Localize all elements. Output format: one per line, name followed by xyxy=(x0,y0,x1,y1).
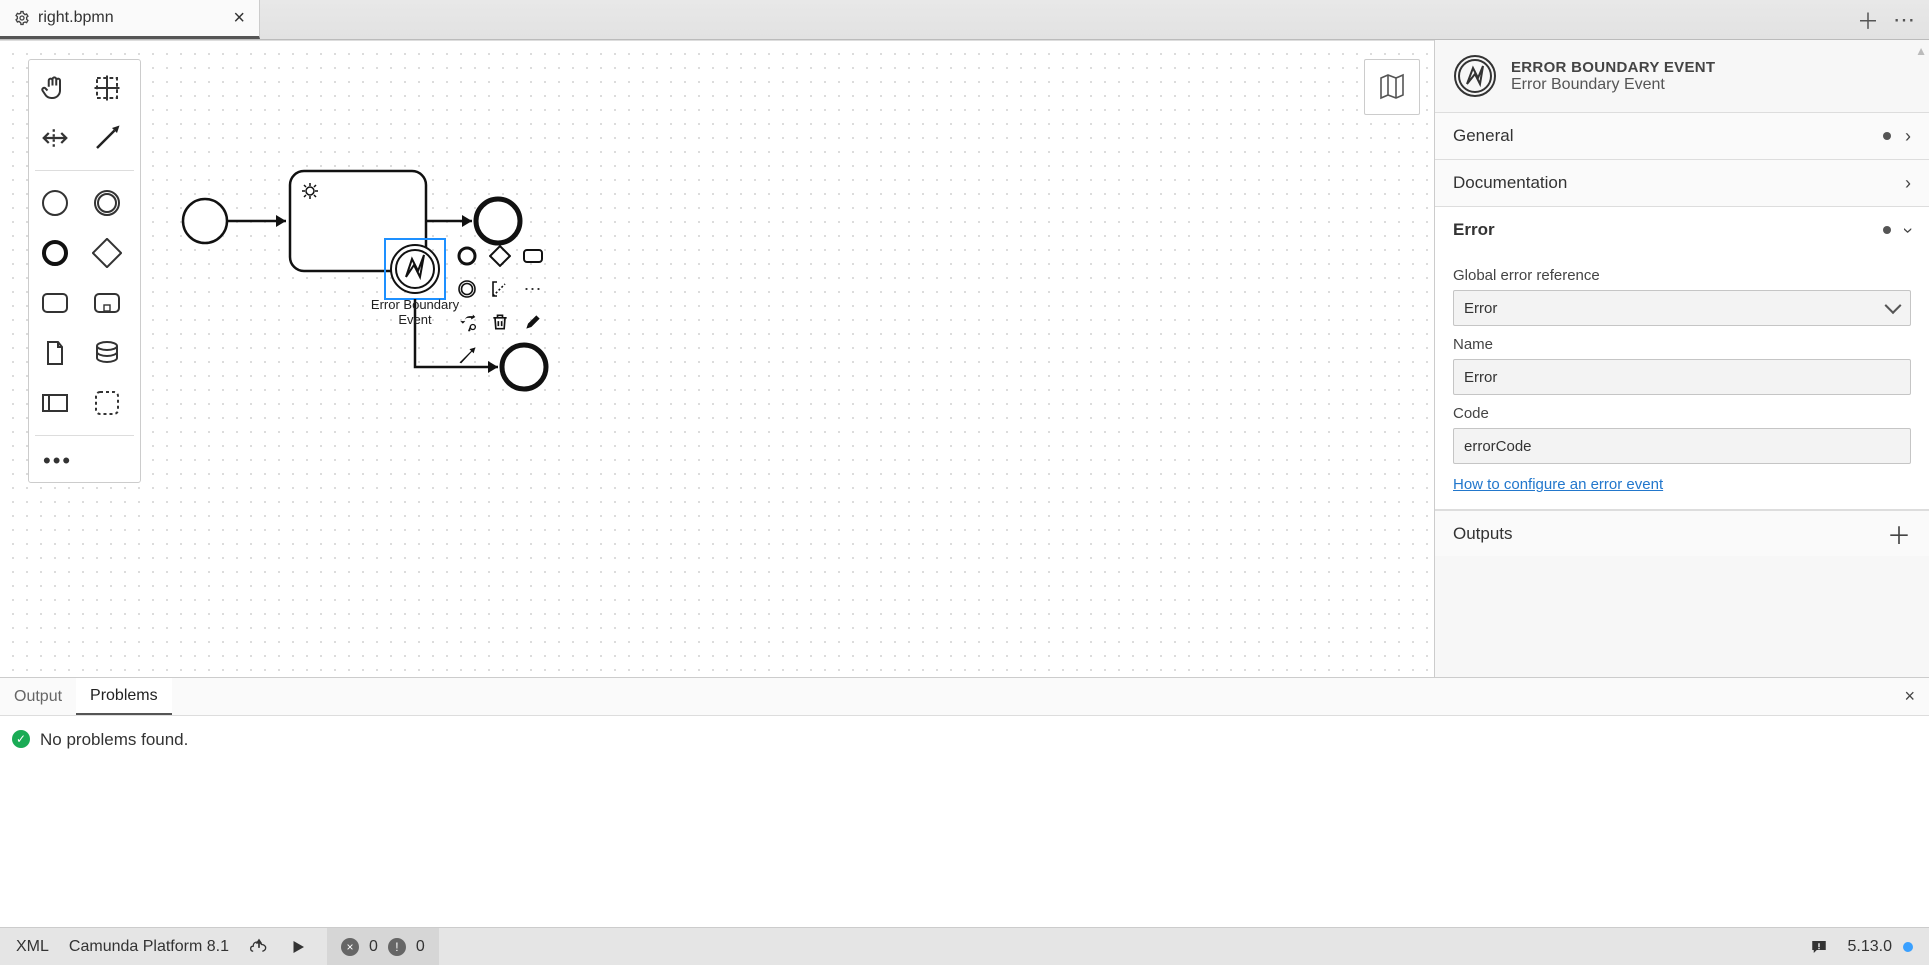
change-type[interactable] xyxy=(452,307,482,337)
error-code-input[interactable] xyxy=(1453,428,1911,464)
chevron-down-icon: › xyxy=(1898,227,1919,233)
chevron-right-icon: › xyxy=(1905,173,1911,194)
properties-title: ERROR BOUNDARY EVENT xyxy=(1511,59,1715,76)
global-error-ref-label: Global error reference xyxy=(1453,267,1911,284)
update-dot xyxy=(1903,942,1913,952)
tab-problems[interactable]: Problems xyxy=(76,678,172,715)
append-intermediate[interactable] xyxy=(452,274,482,304)
scroll-up-icon: ▲ xyxy=(1915,44,1927,58)
section-error: Error › Global error reference Error Nam… xyxy=(1435,206,1929,509)
append-gateway[interactable] xyxy=(485,241,515,271)
section-error-head[interactable]: Error › xyxy=(1435,207,1929,253)
error-count-icon: × xyxy=(341,938,359,956)
run-button[interactable] xyxy=(289,938,307,956)
global-error-ref-select[interactable]: Error xyxy=(1453,290,1911,326)
tab-bar: right.bpmn × ＋ ⋯ xyxy=(0,0,1929,40)
tab-bar-actions: ＋ ⋯ xyxy=(1857,0,1929,39)
delete[interactable] xyxy=(485,307,515,337)
append-task[interactable] xyxy=(518,241,548,271)
properties-panel: ▲ ERROR BOUNDARY EVENT Error Boundary Ev… xyxy=(1434,40,1929,677)
close-icon[interactable]: × xyxy=(233,7,245,30)
tab-output[interactable]: Output xyxy=(0,678,76,715)
bottom-tabs: Output Problems × xyxy=(0,678,1929,716)
problems-status[interactable]: ×0 !0 xyxy=(327,928,439,965)
new-tab-button[interactable]: ＋ xyxy=(1857,9,1879,31)
error-event-icon xyxy=(1453,54,1497,98)
context-more[interactable]: ⋯ xyxy=(518,274,548,304)
error-code-label: Code xyxy=(1453,405,1911,422)
section-outputs: Outputs ＋ xyxy=(1435,509,1929,556)
section-documentation: Documentation › xyxy=(1435,159,1929,206)
platform-selector[interactable]: Camunda Platform 8.1 xyxy=(69,938,229,956)
tab-title: right.bpmn xyxy=(38,9,114,27)
file-tab[interactable]: right.bpmn × xyxy=(0,0,260,39)
bpmn-diagram xyxy=(0,41,1434,677)
check-icon: ✓ xyxy=(12,730,30,748)
xml-toggle[interactable]: XML xyxy=(16,938,49,956)
canvas[interactable]: ••• xyxy=(0,40,1434,677)
color[interactable] xyxy=(518,307,548,337)
has-data-dot xyxy=(1883,226,1891,234)
close-panel-button[interactable]: × xyxy=(1890,678,1929,715)
error-name-label: Name xyxy=(1453,336,1911,353)
gear-icon xyxy=(14,10,30,26)
warning-count-icon: ! xyxy=(388,938,406,956)
section-general: General › xyxy=(1435,112,1929,159)
bottom-panel: Output Problems × ✓ No problems found. xyxy=(0,677,1929,927)
chevron-right-icon: › xyxy=(1905,126,1911,147)
section-outputs-head[interactable]: Outputs ＋ xyxy=(1435,510,1929,556)
start-event[interactable] xyxy=(183,199,227,243)
end-event-1[interactable] xyxy=(476,199,520,243)
plus-icon[interactable]: ＋ xyxy=(1887,516,1911,551)
error-help-link[interactable]: How to configure an error event xyxy=(1453,476,1663,493)
feedback-button[interactable] xyxy=(1810,938,1828,956)
error-name-input[interactable] xyxy=(1453,359,1911,395)
version-label[interactable]: 5.13.0 xyxy=(1848,938,1913,956)
section-documentation-head[interactable]: Documentation › xyxy=(1435,160,1929,206)
error-boundary-event[interactable] xyxy=(391,245,439,293)
append-text-annotation[interactable] xyxy=(485,274,515,304)
deploy-button[interactable] xyxy=(249,937,269,957)
append-end-event[interactable] xyxy=(452,241,482,271)
connect-arrow[interactable] xyxy=(452,340,482,370)
context-pad: ⋯ xyxy=(452,241,548,370)
has-data-dot xyxy=(1883,132,1891,140)
section-general-head[interactable]: General › xyxy=(1435,113,1929,159)
properties-subtitle: Error Boundary Event xyxy=(1511,76,1715,94)
more-menu-button[interactable]: ⋯ xyxy=(1893,9,1915,31)
problems-message: No problems found. xyxy=(40,730,188,750)
status-bar: XML Camunda Platform 8.1 ×0 !0 5.13.0 xyxy=(0,927,1929,965)
properties-header: ERROR BOUNDARY EVENT Error Boundary Even… xyxy=(1435,40,1929,112)
